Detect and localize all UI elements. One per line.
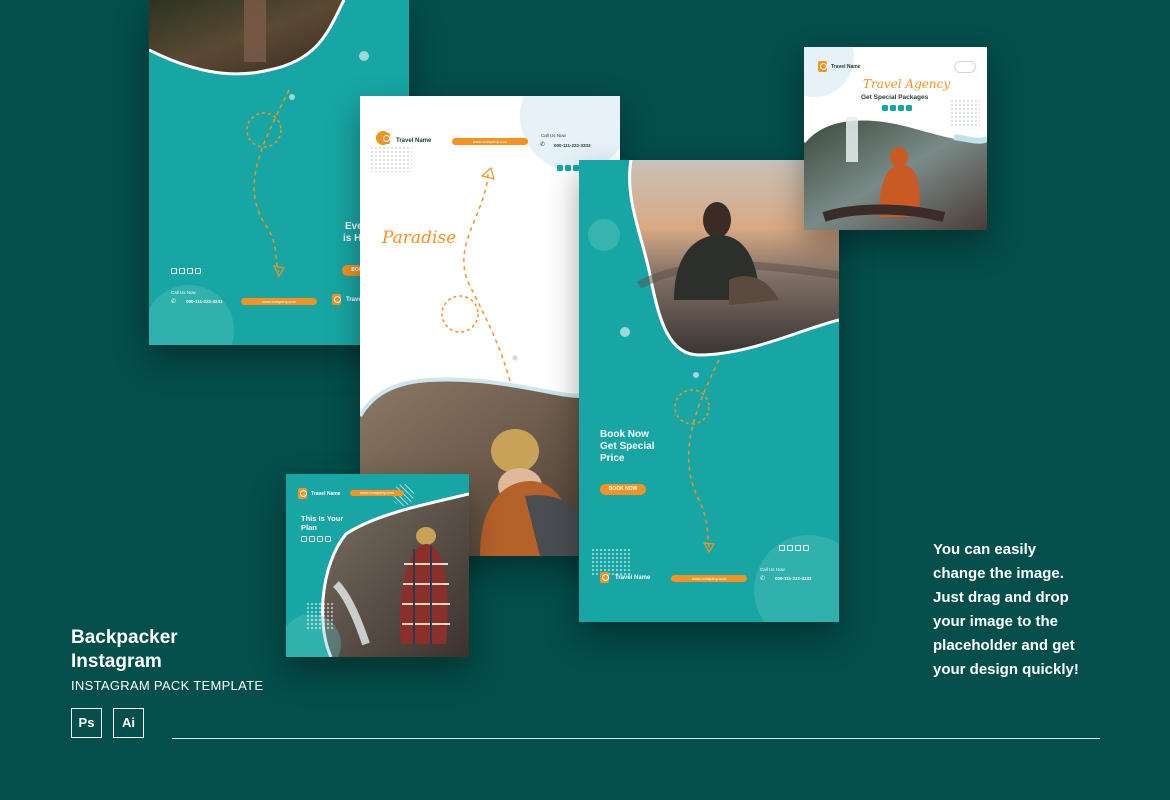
card3-book-now-button[interactable]: BOOK NOW (600, 484, 646, 495)
description-line: Just drag and drop (933, 589, 1069, 606)
card1-logo-icon (332, 294, 341, 305)
facebook-icon (890, 105, 896, 111)
description-line: change the image. (933, 565, 1064, 582)
twitter-icon (187, 268, 193, 274)
pinterest-icon (803, 545, 809, 551)
card4-script-title: Travel Agency (863, 77, 951, 91)
instagram-icon (171, 268, 177, 274)
facebook-icon (787, 545, 793, 551)
card3-heading-line1: Book Now (600, 429, 649, 440)
card1-social-icons (171, 268, 201, 274)
card3-heading-line2: Get Special (600, 441, 655, 452)
template-card-post-1[interactable]: Travel Name Travel Agency Get Special Pa… (804, 47, 987, 230)
card3-website-pill[interactable]: www.company.com (671, 575, 747, 582)
divider-line (172, 738, 1100, 739)
card1-website-pill[interactable]: www.company.com (241, 298, 317, 305)
card4-logo-icon (818, 61, 827, 72)
card2-call-label: Call Us Now (541, 133, 566, 138)
photo-placeholder-waterfall[interactable] (804, 47, 987, 230)
card3-phone: 000-111-222-3333 (775, 576, 812, 581)
phone-icon: ✆ (171, 299, 177, 305)
card1-phone: 000-111-222-3333 (186, 299, 223, 304)
card2-brand: Travel Name (396, 138, 432, 144)
illustrator-badge: Ai (113, 708, 144, 738)
card5-logo-icon (298, 488, 307, 499)
instagram-icon (557, 165, 563, 171)
facebook-icon (309, 536, 315, 542)
decorative-dots (950, 99, 980, 127)
card5-brand: Travel Name (311, 491, 341, 497)
product-title: Backpacker Instagram (71, 626, 271, 674)
card2-phone: 000-111-222-3333 (554, 143, 591, 148)
description-line: your design quickly! (933, 661, 1079, 678)
twitter-icon (795, 545, 801, 551)
card3-brand: Travel Name (615, 575, 651, 581)
card2-logo-icon (381, 133, 390, 144)
card3-social-icons (779, 545, 809, 551)
product-title-line1: Backpacker (71, 627, 178, 648)
card5-website-pill[interactable]: www.company.com (350, 490, 404, 496)
description-line: placeholder and get (933, 637, 1075, 654)
instagram-icon (882, 105, 888, 111)
wave-decoration (954, 61, 976, 73)
card2-website-pill[interactable]: www.company.com (452, 138, 528, 145)
card4-tagline: Get Special Packages (861, 94, 929, 101)
decorative-dots (370, 146, 412, 172)
twitter-icon (898, 105, 904, 111)
card5-social-icons (301, 536, 331, 542)
card4-social-icons (882, 105, 912, 111)
template-card-story-3[interactable]: Book Now Get Special Price BOOK NOW Trav… (579, 160, 839, 622)
card3-call-label: Call Us Now (760, 567, 785, 572)
card2-script-title: Paradise (382, 228, 457, 248)
template-card-post-2[interactable]: Travel Name www.company.com This Is Your… (286, 474, 469, 657)
decorative-dots (591, 548, 631, 576)
product-subtitle: INSTAGRAM PACK TEMPLATE (71, 678, 264, 693)
card2-social-icons (557, 165, 579, 171)
phone-icon: ✆ (760, 576, 766, 582)
pinterest-icon (906, 105, 912, 111)
pinterest-icon (325, 536, 331, 542)
description-text: You can easily change the image. Just dr… (933, 538, 1113, 682)
card4-brand: Travel Name (831, 64, 861, 70)
product-title-line2: Instagram (71, 651, 162, 672)
facebook-icon (565, 165, 571, 171)
card5-heading-line2: Plan (301, 523, 317, 532)
facebook-icon (179, 268, 185, 274)
card5-heading-line1: This Is Your (301, 514, 344, 523)
decorative-dots (306, 602, 334, 630)
description-line: You can easily (933, 541, 1037, 558)
photoshop-badge: Ps (71, 708, 102, 738)
description-line: your image to the (933, 613, 1059, 630)
card3-heading-line3: Price (600, 453, 625, 464)
instagram-icon (779, 545, 785, 551)
twitter-icon (317, 536, 323, 542)
instagram-icon (301, 536, 307, 542)
card1-call-label: Call Us Now (171, 290, 196, 295)
pinterest-icon (195, 268, 201, 274)
card3-logo-icon (600, 572, 609, 583)
phone-icon: ✆ (540, 142, 546, 148)
